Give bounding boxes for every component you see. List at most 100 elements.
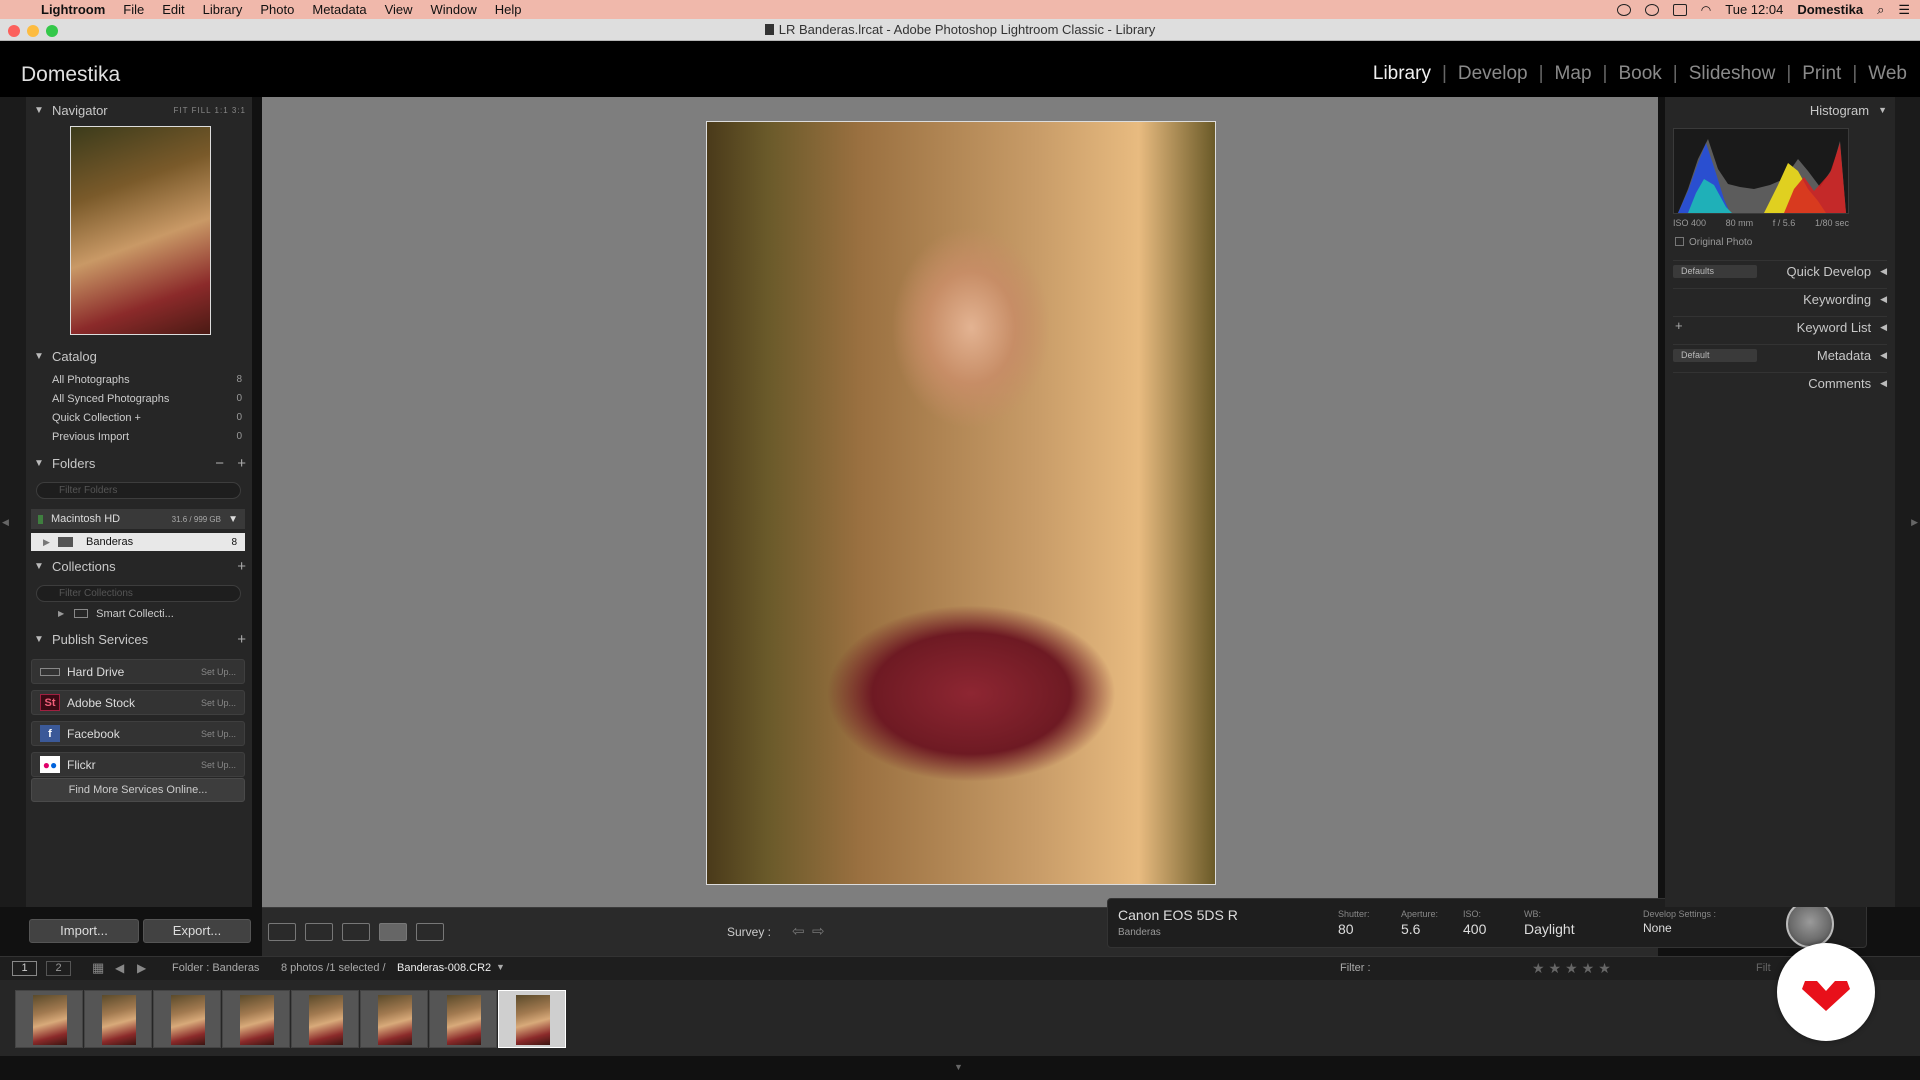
- forward-arrow-icon[interactable]: ▶: [137, 961, 146, 975]
- wifi-icon[interactable]: ◠: [1701, 3, 1711, 17]
- original-photo-checkbox[interactable]: Original Photo: [1675, 237, 1752, 248]
- module-print[interactable]: Print: [1791, 63, 1852, 85]
- catalog-item-previous-import[interactable]: Previous Import 0: [26, 427, 252, 446]
- search-icon[interactable]: ⌕: [1877, 2, 1884, 18]
- triangle-down-icon[interactable]: ▼: [954, 1062, 963, 1072]
- navigator-header[interactable]: ▼ Navigator FIT FILL 1:1 3:1: [26, 99, 252, 121]
- filmstrip-thumb-selected[interactable]: [498, 990, 566, 1048]
- chevron-down-icon[interactable]: ▼: [228, 514, 238, 525]
- collections-header[interactable]: ▼ Collections +: [26, 555, 252, 577]
- setup-link[interactable]: Set Up...: [201, 667, 236, 677]
- creative-cloud-icon[interactable]: [1644, 3, 1659, 16]
- filter-folders-input[interactable]: Filter Folders: [36, 482, 241, 499]
- primary-window-button[interactable]: 1: [12, 961, 37, 976]
- histogram-header[interactable]: Histogram ▼: [1673, 99, 1887, 121]
- import-button[interactable]: Import...: [29, 919, 139, 943]
- histogram-graph[interactable]: [1673, 128, 1849, 214]
- export-button[interactable]: Export...: [143, 919, 251, 943]
- menubar-user[interactable]: Domestika: [1797, 2, 1863, 17]
- publish-facebook[interactable]: f Facebook Set Up...: [31, 721, 245, 746]
- aperture-field[interactable]: Aperture: 5.6: [1401, 909, 1438, 937]
- quick-develop-header[interactable]: Quick Develop ◀: [1673, 260, 1887, 282]
- metadata-header[interactable]: Metadata ◀: [1673, 344, 1887, 366]
- catalog-header[interactable]: ▼ Catalog: [26, 345, 252, 367]
- module-slideshow[interactable]: Slideshow: [1678, 63, 1787, 85]
- record-icon[interactable]: [1616, 3, 1631, 16]
- iso-value[interactable]: 400: [1463, 921, 1486, 937]
- menu-metadata[interactable]: Metadata: [303, 2, 375, 17]
- left-panel-toggle[interactable]: ◀: [0, 97, 26, 907]
- find-more-services-button[interactable]: Find More Services Online...: [31, 778, 245, 802]
- smart-collection-item[interactable]: ▶ Smart Collecti...: [26, 604, 252, 623]
- setup-link[interactable]: Set Up...: [201, 698, 236, 708]
- zoom-window-button[interactable]: [46, 25, 58, 37]
- navigator-zoom-options[interactable]: FIT FILL 1:1 3:1: [174, 106, 246, 115]
- menu-library[interactable]: Library: [194, 2, 252, 17]
- close-window-button[interactable]: [8, 25, 20, 37]
- compare-view-icon[interactable]: [342, 923, 370, 941]
- module-develop[interactable]: Develop: [1447, 63, 1539, 85]
- add-collection-button[interactable]: +: [237, 558, 246, 575]
- filter-collections-input[interactable]: Filter Collections: [36, 585, 241, 602]
- disclosure-triangle-icon[interactable]: ▶: [43, 537, 50, 548]
- filmstrip-thumb[interactable]: [222, 990, 290, 1048]
- comments-header[interactable]: Comments ◀: [1673, 372, 1887, 394]
- filmstrip-thumb[interactable]: [291, 990, 359, 1048]
- right-panel-toggle[interactable]: ▶: [1895, 97, 1920, 907]
- add-folder-button[interactable]: +: [237, 455, 246, 472]
- menu-photo[interactable]: Photo: [251, 2, 303, 17]
- wb-field[interactable]: WB: Daylight: [1524, 909, 1575, 937]
- setup-link[interactable]: Set Up...: [201, 729, 236, 739]
- chevron-down-icon[interactable]: ▼: [496, 962, 505, 972]
- filmstrip-source[interactable]: Folder : Banderas: [172, 962, 259, 974]
- publish-services-header[interactable]: ▼ Publish Services +: [26, 628, 252, 650]
- keywording-header[interactable]: Keywording ◀: [1673, 288, 1887, 310]
- filmstrip-thumb[interactable]: [15, 990, 83, 1048]
- add-publish-service-button[interactable]: +: [237, 631, 246, 648]
- grid-view-icon[interactable]: [268, 923, 296, 941]
- catalog-item-quick-collection[interactable]: Quick Collection + 0: [26, 408, 252, 427]
- menu-app-name[interactable]: Lightroom: [32, 2, 114, 17]
- navigator-preview[interactable]: [70, 126, 211, 335]
- volume-macintosh-hd[interactable]: Macintosh HD 31.6 / 999 GB ▼: [31, 509, 245, 529]
- shutter-value[interactable]: 80: [1338, 921, 1370, 937]
- filmstrip-thumb[interactable]: [360, 990, 428, 1048]
- filmstrip-thumb[interactable]: [153, 990, 221, 1048]
- wb-value[interactable]: Daylight: [1524, 921, 1575, 937]
- develop-settings-value[interactable]: None: [1643, 921, 1716, 935]
- list-icon[interactable]: ☰: [1898, 2, 1910, 18]
- checkbox-icon[interactable]: [1675, 237, 1684, 246]
- disclosure-triangle-icon[interactable]: ▶: [58, 609, 64, 618]
- publish-adobe-stock[interactable]: St Adobe Stock Set Up...: [31, 690, 245, 715]
- module-library[interactable]: Library: [1362, 63, 1442, 85]
- remove-folder-button[interactable]: −: [215, 455, 224, 472]
- filmstrip-filename[interactable]: Banderas-008.CR2: [397, 962, 491, 974]
- develop-settings-field[interactable]: Develop Settings : None: [1643, 909, 1716, 935]
- folders-header[interactable]: ▼ Folders − +: [26, 452, 252, 474]
- main-photo[interactable]: [706, 121, 1216, 885]
- aperture-value[interactable]: 5.6: [1401, 921, 1438, 937]
- module-web[interactable]: Web: [1857, 63, 1918, 85]
- menu-view[interactable]: View: [376, 2, 422, 17]
- folder-banderas[interactable]: ▶ Banderas 8: [31, 533, 245, 551]
- previous-arrow-icon[interactable]: ⇦: [792, 922, 805, 940]
- catalog-item-all-photographs[interactable]: All Photographs 8: [26, 370, 252, 389]
- menu-edit[interactable]: Edit: [153, 2, 193, 17]
- people-view-icon[interactable]: [416, 923, 444, 941]
- menu-help[interactable]: Help: [486, 2, 531, 17]
- filter-dropdown[interactable]: Filt: [1756, 962, 1771, 974]
- module-map[interactable]: Map: [1544, 63, 1603, 85]
- minimize-window-button[interactable]: [27, 25, 39, 37]
- grid-icon[interactable]: ▦: [92, 960, 104, 976]
- menubar-clock[interactable]: Tue 12:04: [1725, 2, 1783, 17]
- loupe-view-icon[interactable]: [305, 923, 333, 941]
- next-arrow-icon[interactable]: ⇨: [812, 922, 825, 940]
- bluetooth-icon[interactable]: [1672, 3, 1687, 16]
- menu-file[interactable]: File: [114, 2, 153, 17]
- secondary-window-button[interactable]: 2: [46, 961, 71, 976]
- filmstrip-thumb[interactable]: [84, 990, 152, 1048]
- keyword-list-header[interactable]: Keyword List ◀: [1673, 316, 1887, 338]
- publish-hard-drive[interactable]: Hard Drive Set Up...: [31, 659, 245, 684]
- back-arrow-icon[interactable]: ◀: [115, 961, 124, 975]
- survey-view-icon[interactable]: [379, 923, 407, 941]
